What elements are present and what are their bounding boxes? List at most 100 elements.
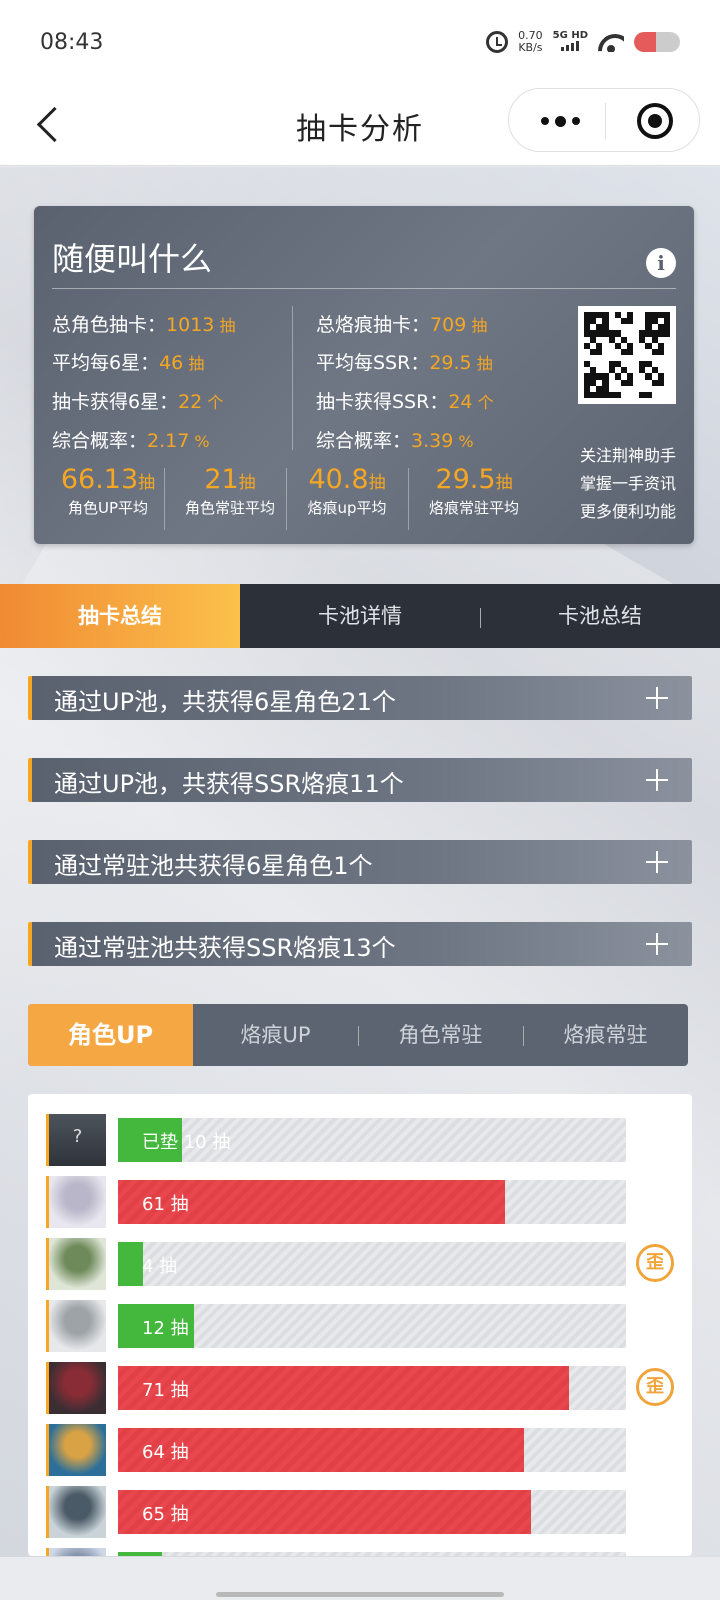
summary-card: 随便叫什么 i 总角色抽卡：1013 抽 平均每6星：46 抽 抽卡获得6星：2… xyxy=(34,206,694,544)
main-tabs: 抽卡总结 卡池详情 卡池总结 xyxy=(0,584,720,648)
tab-pool-summary[interactable]: 卡池总结 xyxy=(480,584,720,648)
pull-count-label: 4 抽 xyxy=(142,1256,178,1277)
pull-count-label: 已垫 10 抽 xyxy=(142,1132,231,1153)
avg-imprint-up: 40.8抽 烙痕up平均 xyxy=(307,464,387,517)
expand-icon[interactable] xyxy=(646,851,668,873)
stat-char-rate: 综合概率：2.17 % xyxy=(52,430,210,452)
pool-type-tabs: 角色UP 烙痕UP 角色常驻 烙痕常驻 xyxy=(28,1004,688,1066)
character-avatar xyxy=(46,1424,106,1476)
status-bar: 08:43 0.70 KB/s 5G HD xyxy=(0,0,720,84)
signal-icon: 5G HD xyxy=(553,30,588,54)
pull-count-label: 12 抽 xyxy=(142,1318,189,1339)
accordion-label: 通过常驻池共获得6星角色1个 xyxy=(54,852,373,880)
alarm-icon xyxy=(486,31,509,53)
pull-history-row[interactable]: 65 抽 xyxy=(28,1486,692,1538)
mini-program-capsule xyxy=(508,88,700,152)
tab-imprint-standard[interactable]: 烙痕常驻 xyxy=(523,1004,688,1066)
promo-line: 关注荆神助手 xyxy=(579,446,676,465)
tab-separator xyxy=(358,1026,359,1046)
pull-count-bar-fill xyxy=(118,1242,143,1286)
status-icons: 0.70 KB/s 5G HD xyxy=(486,30,680,54)
accordion-label: 通过常驻池共获得SSR烙痕13个 xyxy=(54,934,396,962)
stat-avg-per-6star: 平均每6星：46 抽 xyxy=(52,352,205,374)
stats-divider xyxy=(292,306,293,450)
tab-summary[interactable]: 抽卡总结 xyxy=(0,584,240,648)
pull-count-bar-fill xyxy=(118,1552,162,1556)
stat-imprint-rate: 综合概率：3.39 % xyxy=(316,430,474,452)
pull-count-label: 61 抽 xyxy=(142,1194,189,1215)
stat-total-imprint-pulls: 总烙痕抽卡：709 抽 xyxy=(316,314,488,336)
avg-divider xyxy=(164,468,165,530)
tab-pool-details[interactable]: 卡池详情 xyxy=(240,584,480,648)
expand-icon[interactable] xyxy=(646,769,668,791)
accordion-label: 通过UP池，共获得SSR烙痕11个 xyxy=(54,770,404,798)
tab-separator xyxy=(523,1026,524,1046)
account-name: 随便叫什么 xyxy=(52,240,213,278)
pull-history-row[interactable]: ? 已垫 10 抽 xyxy=(28,1114,692,1166)
pull-count-bar: 4 抽 xyxy=(118,1242,626,1286)
pull-count-label: 65 抽 xyxy=(142,1504,189,1525)
pull-count-bar: 65 抽 xyxy=(118,1490,626,1534)
pull-count-bar: 12 抽 xyxy=(118,1304,626,1348)
pull-count-label: 71 抽 xyxy=(142,1380,189,1401)
network-type: 5G HD xyxy=(552,30,588,41)
unknown-character-avatar: ? xyxy=(46,1114,106,1166)
character-avatar xyxy=(46,1486,106,1538)
pull-history-row[interactable]: 61 抽 xyxy=(28,1176,692,1228)
character-avatar xyxy=(46,1548,106,1556)
nav-bar: 抽卡分析 xyxy=(0,84,720,166)
character-avatar xyxy=(46,1176,106,1228)
pull-history-row[interactable]: 71 抽 歪 xyxy=(28,1362,692,1414)
capsule-divider xyxy=(605,103,606,139)
unknown-avatar-mark: ? xyxy=(72,1126,83,1147)
qr-code[interactable] xyxy=(578,306,676,404)
pull-history-list: ? 已垫 10 抽 61 抽4 抽歪 12 抽 71 抽歪 64 抽 65 抽 xyxy=(28,1094,692,1556)
accordion-up-ssr[interactable]: 通过UP池，共获得SSR烙痕11个 xyxy=(28,758,692,802)
promo-line: 掌握一手资讯 xyxy=(579,474,676,493)
avg-char-standard: 21抽 角色常驻平均 xyxy=(184,464,275,517)
stat-6star-count: 抽卡获得6星：22 个 xyxy=(52,391,224,413)
network-speed-unit: KB/s xyxy=(518,41,543,54)
off-banner-badge: 歪 xyxy=(636,1244,674,1282)
expand-icon[interactable] xyxy=(646,933,668,955)
card-divider xyxy=(52,288,676,289)
accordion-standard-ssr[interactable]: 通过常驻池共获得SSR烙痕13个 xyxy=(28,922,692,966)
stat-ssr-count: 抽卡获得SSR：24 个 xyxy=(316,391,494,413)
pull-history-row[interactable] xyxy=(28,1548,692,1556)
home-indicator xyxy=(216,1592,504,1597)
accordion-up-6star[interactable]: 通过UP池，共获得6星角色21个 xyxy=(28,676,692,720)
pull-count-bar: 已垫 10 抽 xyxy=(118,1118,626,1162)
character-avatar xyxy=(46,1300,106,1352)
accordion-standard-6star[interactable]: 通过常驻池共获得6星角色1个 xyxy=(28,840,692,884)
pull-count-label: 64 抽 xyxy=(142,1442,189,1463)
pull-count-bar: 61 抽 xyxy=(118,1180,626,1224)
avg-imprint-standard: 29.5抽 烙痕常驻平均 xyxy=(428,464,519,517)
pull-count-bar: 71 抽 xyxy=(118,1366,626,1410)
avg-char-up: 66.13抽 角色UP平均 xyxy=(60,464,156,517)
expand-icon[interactable] xyxy=(646,687,668,709)
tab-char-standard[interactable]: 角色常驻 xyxy=(358,1004,523,1066)
off-banner-badge: 歪 xyxy=(636,1368,674,1406)
avg-divider xyxy=(286,468,287,530)
close-mini-program-button[interactable] xyxy=(637,103,673,139)
avg-divider xyxy=(408,468,409,530)
character-avatar xyxy=(46,1238,106,1290)
battery-icon xyxy=(634,32,680,52)
info-icon[interactable]: i xyxy=(646,248,676,278)
character-avatar xyxy=(46,1362,106,1414)
pull-history-row[interactable]: 12 抽 xyxy=(28,1300,692,1352)
pull-count-bar: 64 抽 xyxy=(118,1428,626,1472)
promo-text: 关注荆神助手 掌握一手资讯 更多便利功能 xyxy=(566,442,676,526)
network-speed: 0.70 KB/s xyxy=(518,30,543,54)
tab-char-up[interactable]: 角色UP xyxy=(28,1004,193,1066)
more-button[interactable] xyxy=(535,109,585,133)
pull-history-row[interactable]: 4 抽 歪 xyxy=(28,1238,692,1290)
promo-line: 更多便利功能 xyxy=(579,502,676,521)
status-time: 08:43 xyxy=(40,30,104,55)
pull-count-bar xyxy=(118,1552,626,1556)
wifi-icon xyxy=(598,32,624,52)
tab-imprint-up[interactable]: 烙痕UP xyxy=(193,1004,358,1066)
stat-avg-per-ssr: 平均每SSR：29.5 抽 xyxy=(316,352,493,374)
tab-separator xyxy=(480,608,481,628)
pull-history-row[interactable]: 64 抽 xyxy=(28,1424,692,1476)
